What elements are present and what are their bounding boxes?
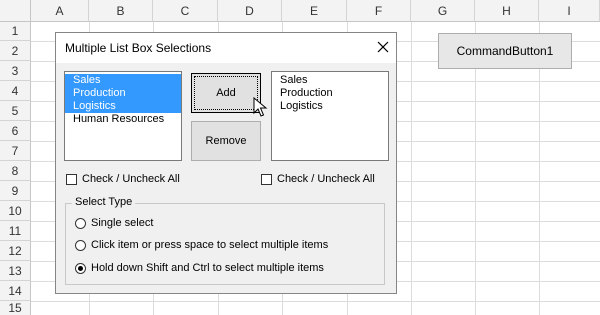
row-header-4[interactable]: 4 (0, 81, 31, 101)
userform-dialog: Multiple List Box Selections Sales Produ… (55, 32, 397, 294)
row-header-12[interactable]: 12 (0, 241, 31, 261)
check-uncheck-all-left-checkbox[interactable] (66, 174, 77, 185)
single-select-radio[interactable] (75, 218, 86, 229)
close-icon[interactable] (374, 38, 392, 56)
check-uncheck-all-right-checkbox[interactable] (261, 174, 272, 185)
select-type-legend: Select Type (72, 196, 136, 208)
right-list-box[interactable]: Sales Production Logistics (271, 71, 389, 161)
gridline (31, 301, 600, 302)
mouse-cursor-icon (253, 96, 269, 119)
column-header-i[interactable]: I (539, 0, 600, 22)
row-header-3[interactable]: 3 (0, 61, 31, 81)
row-header-7[interactable]: 7 (0, 141, 31, 161)
row-header-5[interactable]: 5 (0, 101, 31, 121)
gridline (411, 22, 412, 315)
select-all-corner[interactable] (0, 0, 31, 22)
row-header-13[interactable]: 13 (0, 261, 31, 281)
column-header-a[interactable]: A (31, 0, 89, 22)
check-uncheck-all-right-label[interactable]: Check / Uncheck All (277, 173, 375, 185)
column-header-b[interactable]: B (89, 0, 153, 22)
row-header-2[interactable]: 2 (0, 41, 31, 61)
row-header-8[interactable]: 8 (0, 161, 31, 181)
multi-select-radio[interactable] (75, 240, 86, 251)
add-button[interactable]: Add (191, 73, 261, 113)
multi-select-label[interactable]: Click item or press space to select mult… (91, 239, 328, 251)
column-header-d[interactable]: D (218, 0, 282, 22)
row-header-1[interactable]: 1 (0, 22, 31, 41)
command-button-1[interactable]: CommandButton1 (438, 33, 572, 69)
row-header-11[interactable]: 11 (0, 221, 31, 241)
radio-selected-dot (78, 266, 83, 271)
column-header-h[interactable]: H (475, 0, 539, 22)
single-select-label[interactable]: Single select (91, 217, 153, 229)
list-item-production[interactable]: Production (272, 87, 388, 100)
column-header-g[interactable]: G (411, 0, 475, 22)
row-header-9[interactable]: 9 (0, 181, 31, 201)
list-item-logistics[interactable]: Logistics (272, 100, 388, 113)
title-bar: Multiple List Box Selections (56, 33, 396, 63)
extended-select-radio[interactable] (75, 263, 86, 274)
list-item-production[interactable]: Production (65, 87, 181, 100)
left-list-box[interactable]: Sales Production Logistics Human Resourc… (64, 71, 182, 161)
row-header-6[interactable]: 6 (0, 121, 31, 141)
check-uncheck-all-left-label[interactable]: Check / Uncheck All (82, 173, 180, 185)
row-header-14[interactable]: 14 (0, 281, 31, 301)
list-item-logistics[interactable]: Logistics (65, 100, 181, 113)
column-header-f[interactable]: F (347, 0, 411, 22)
row-header-15[interactable]: 15 (0, 301, 31, 315)
list-item-sales[interactable]: Sales (65, 74, 181, 87)
remove-button[interactable]: Remove (191, 121, 261, 161)
dialog-title: Multiple List Box Selections (65, 41, 212, 55)
extended-select-label[interactable]: Hold down Shift and Ctrl to select multi… (91, 262, 324, 274)
column-header-c[interactable]: C (153, 0, 218, 22)
list-item-human-resources[interactable]: Human Resources (65, 113, 181, 126)
row-header-10[interactable]: 10 (0, 201, 31, 221)
list-item-sales[interactable]: Sales (272, 74, 388, 87)
column-header-e[interactable]: E (282, 0, 347, 22)
